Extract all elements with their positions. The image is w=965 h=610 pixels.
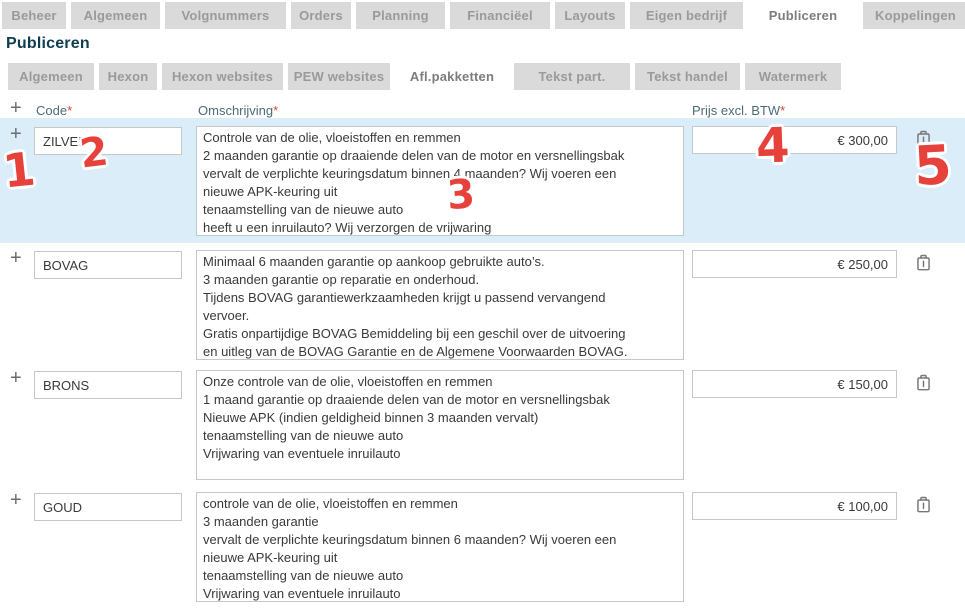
trash-icon-glyph xyxy=(912,371,935,394)
tab-orders[interactable]: Orders xyxy=(291,2,351,29)
sub-tab-bar: AlgemeenHexonHexon websitesPEW websitesA… xyxy=(8,63,841,90)
page-title: Publiceren xyxy=(6,35,90,53)
required-asterisk: * xyxy=(273,103,278,118)
subtab-hexon-websites[interactable]: Hexon websites xyxy=(162,63,283,90)
subtab-tekst-part[interactable]: Tekst part. xyxy=(514,63,630,90)
tab-koppelingen[interactable]: Koppelingen xyxy=(863,2,965,29)
column-header-code-label: Code xyxy=(36,103,67,118)
required-asterisk: * xyxy=(67,103,72,118)
tab-eigen-bedrijf[interactable]: Eigen bedrijf xyxy=(630,2,743,29)
insert-row-icon[interactable]: + xyxy=(10,490,22,510)
code-input[interactable] xyxy=(34,127,182,155)
publiceren-page: BeheerAlgemeenVolgnummersOrdersPlanningF… xyxy=(0,0,965,610)
main-tab-bar: BeheerAlgemeenVolgnummersOrdersPlanningF… xyxy=(2,2,965,29)
price-input[interactable] xyxy=(692,370,897,398)
trash-icon-glyph xyxy=(912,251,935,274)
tab-algemeen[interactable]: Algemeen xyxy=(71,2,160,29)
tab-layouts[interactable]: Layouts xyxy=(555,2,625,29)
column-header-description: Omschrijving* xyxy=(198,103,278,118)
trash-icon[interactable] xyxy=(912,493,936,517)
subtab-algemeen[interactable]: Algemeen xyxy=(8,63,94,90)
tab-planning[interactable]: Planning xyxy=(356,2,445,29)
description-textarea[interactable]: Onze controle van de olie, vloeistoffen … xyxy=(196,370,684,480)
subtab-pew-websites[interactable]: PEW websites xyxy=(288,63,390,90)
price-input[interactable] xyxy=(692,126,897,154)
trash-icon[interactable] xyxy=(912,371,936,395)
description-textarea[interactable]: Minimaal 6 maanden garantie op aankoop g… xyxy=(196,250,684,360)
tab-beheer[interactable]: Beheer xyxy=(2,2,66,29)
package-row-bovag: + Minimaal 6 maanden garantie op aankoop… xyxy=(0,242,965,367)
price-input[interactable] xyxy=(692,250,897,278)
package-row-goud: + controle van de olie, vloeistoffen en … xyxy=(0,484,965,609)
code-input[interactable] xyxy=(34,493,182,521)
required-asterisk: * xyxy=(780,103,785,118)
subtab-watermerk[interactable]: Watermerk xyxy=(745,63,841,90)
insert-row-icon[interactable]: + xyxy=(10,368,22,388)
tab-financi-el[interactable]: Financiëel xyxy=(450,2,550,29)
tab-publiceren[interactable]: Publiceren xyxy=(748,2,858,29)
column-header-price-label: Prijs excl. BTW xyxy=(692,103,780,118)
add-row-button[interactable]: + xyxy=(10,98,22,118)
code-input[interactable] xyxy=(34,371,182,399)
column-header-price: Prijs excl. BTW* xyxy=(692,103,785,118)
trash-icon-glyph xyxy=(912,127,935,150)
column-header-code: Code* xyxy=(36,103,72,118)
subtab-hexon[interactable]: Hexon xyxy=(99,63,157,90)
code-input[interactable] xyxy=(34,251,182,279)
column-header-description-label: Omschrijving xyxy=(198,103,273,118)
trash-icon[interactable] xyxy=(912,127,936,151)
subtab-tekst-handel[interactable]: Tekst handel xyxy=(635,63,740,90)
package-row-zilver: + Controle van de olie, vloeistoffen en … xyxy=(0,118,965,243)
package-row-brons: + Onze controle van de olie, vloeistoffe… xyxy=(0,362,965,487)
price-input[interactable] xyxy=(692,492,897,520)
subtab-afl-pakketten[interactable]: Afl.pakketten xyxy=(395,63,509,90)
insert-row-icon[interactable]: + xyxy=(10,248,22,268)
description-textarea[interactable]: controle van de olie, vloeistoffen en re… xyxy=(196,492,684,602)
description-textarea[interactable]: Controle van de olie, vloeistoffen en re… xyxy=(196,126,684,236)
trash-icon-glyph xyxy=(912,493,935,516)
insert-row-icon[interactable]: + xyxy=(10,124,22,144)
trash-icon[interactable] xyxy=(912,251,936,275)
tab-volgnummers[interactable]: Volgnummers xyxy=(165,2,286,29)
